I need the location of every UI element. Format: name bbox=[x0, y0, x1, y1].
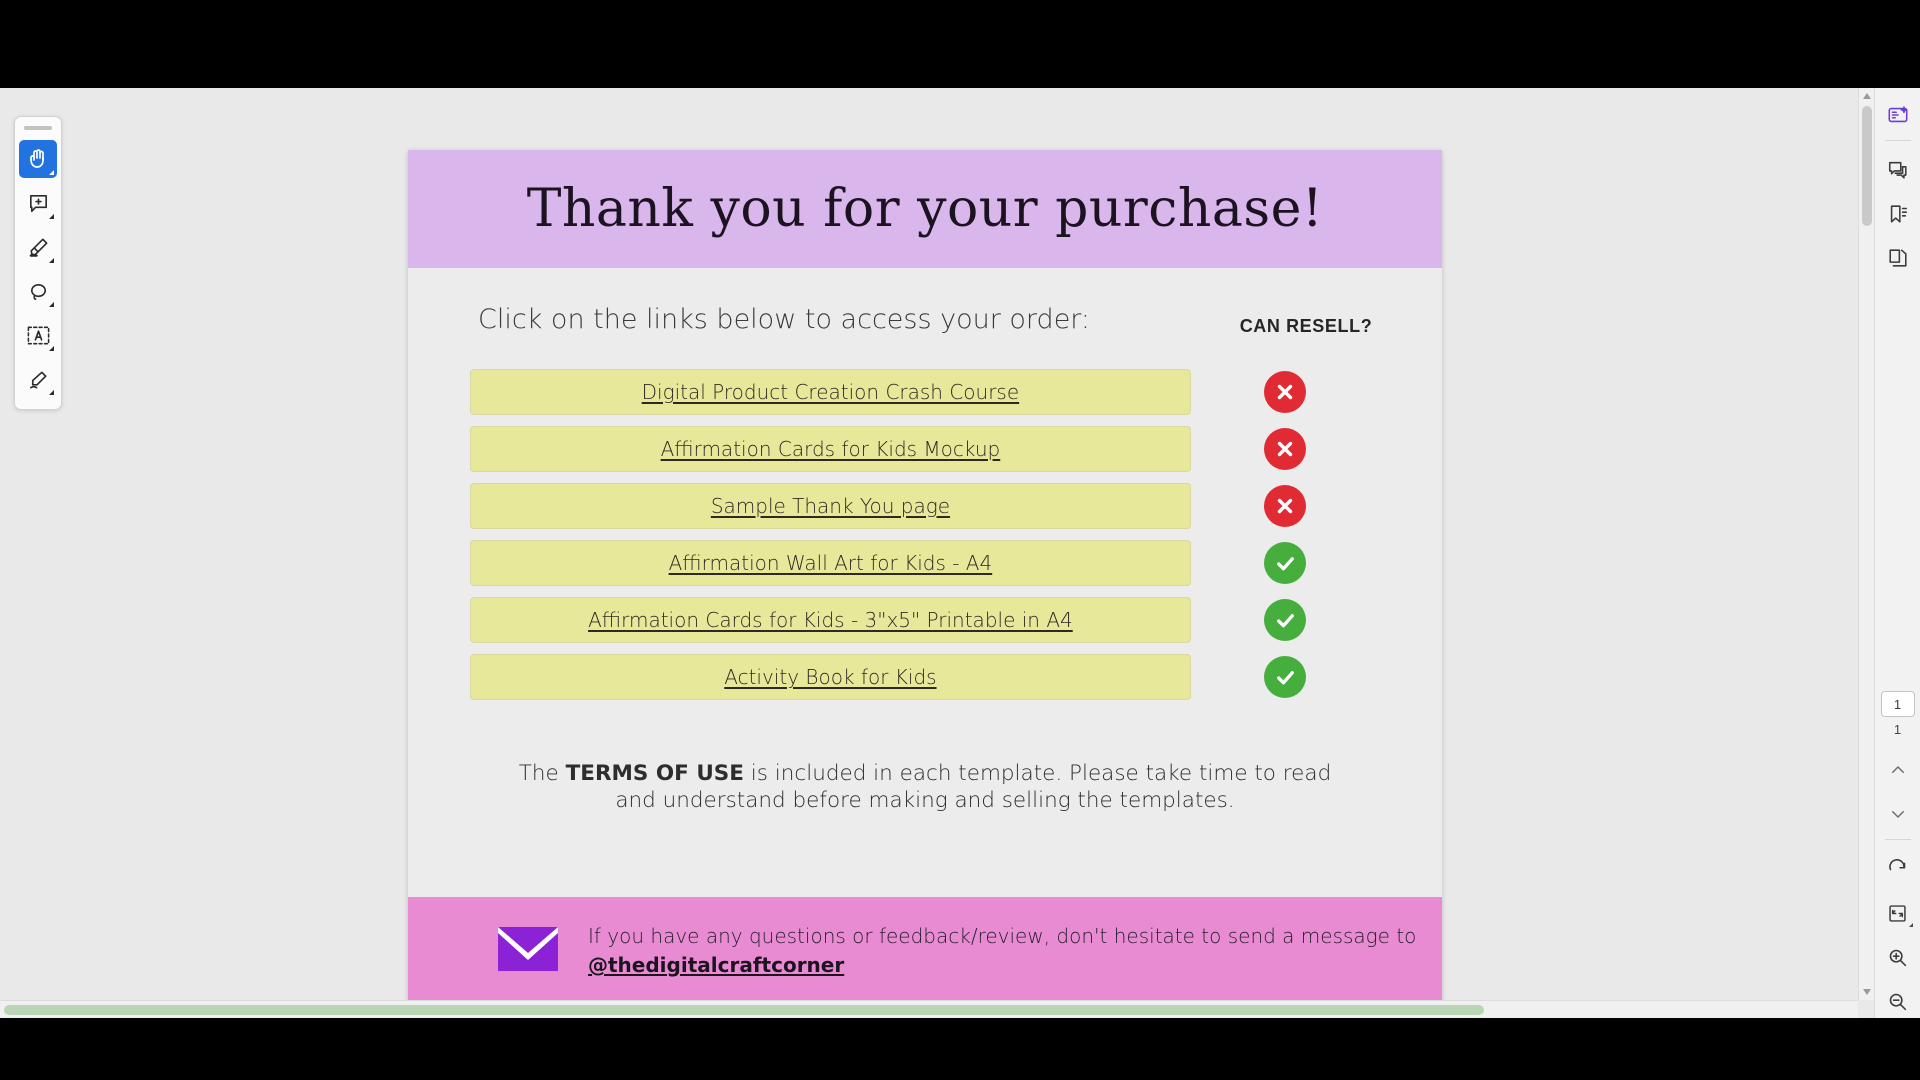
x-circle-icon bbox=[1264, 371, 1307, 413]
order-link-button[interactable]: Activity Book for Kids bbox=[470, 654, 1191, 700]
document-page: Thank you for your purchase! Click on th… bbox=[408, 150, 1442, 1000]
document-footer-band: If you have any questions or feedback/re… bbox=[408, 897, 1442, 1000]
order-link-row: Digital Product Creation Crash Course bbox=[470, 369, 1380, 415]
pdf-viewer-app: Thank you for your purchase! Click on th… bbox=[0, 88, 1920, 1018]
resell-status-cell bbox=[1191, 428, 1380, 470]
order-link-label: Affirmation Wall Art for Kids - A4 bbox=[668, 551, 993, 575]
envelope-icon bbox=[498, 926, 558, 976]
order-link-button[interactable]: Affirmation Cards for Kids - 3"x5" Print… bbox=[470, 597, 1191, 643]
scroll-down-arrow[interactable] bbox=[1859, 984, 1875, 1000]
resell-status-cell bbox=[1191, 599, 1380, 641]
terms-bold: TERMS OF USE bbox=[565, 761, 744, 786]
check-circle-icon bbox=[1264, 656, 1307, 698]
next-page-button[interactable] bbox=[1881, 797, 1915, 831]
terms-of-use-note: The TERMS OF USE is included in each tem… bbox=[505, 760, 1345, 814]
order-link-label: Sample Thank You page bbox=[710, 494, 951, 518]
sign-tool[interactable] bbox=[19, 360, 57, 398]
order-link-row: Activity Book for Kids bbox=[470, 654, 1380, 700]
resell-status-cell bbox=[1191, 371, 1380, 413]
resell-status-cell bbox=[1191, 542, 1380, 584]
comment-tool-expand-indicator bbox=[49, 214, 54, 219]
vertical-scroll-thumb[interactable] bbox=[1862, 106, 1872, 226]
order-link-button[interactable]: Sample Thank You page bbox=[470, 483, 1191, 529]
order-link-button[interactable]: Affirmation Wall Art for Kids - A4 bbox=[470, 540, 1191, 586]
x-circle-icon bbox=[1264, 485, 1307, 527]
order-link-label: Activity Book for Kids bbox=[724, 665, 937, 689]
x-circle-icon bbox=[1264, 428, 1307, 470]
zoom-in-button[interactable] bbox=[1881, 940, 1915, 974]
previous-page-button[interactable] bbox=[1881, 753, 1915, 787]
ai-assistant-button[interactable] bbox=[1881, 98, 1915, 132]
resell-status-cell bbox=[1191, 656, 1380, 698]
order-link-button[interactable]: Digital Product Creation Crash Course bbox=[470, 369, 1191, 415]
lasso-tool[interactable] bbox=[19, 272, 57, 310]
can-resell-column-header: CAN RESELL? bbox=[1239, 316, 1373, 336]
order-links-list: Digital Product Creation Crash Course Aff… bbox=[470, 369, 1380, 700]
terms-prefix: The bbox=[518, 761, 566, 786]
scroll-up-arrow[interactable] bbox=[1859, 88, 1875, 104]
fit-page-expand-indicator bbox=[1908, 923, 1913, 927]
comment-tool[interactable] bbox=[19, 184, 57, 222]
check-circle-icon bbox=[1264, 599, 1307, 641]
toolbar-drag-handle[interactable] bbox=[24, 126, 52, 130]
sign-tool-expand-indicator bbox=[49, 390, 54, 395]
order-link-label: Digital Product Creation Crash Course bbox=[641, 380, 1020, 404]
vertical-scrollbar[interactable] bbox=[1858, 88, 1874, 1000]
lasso-tool-expand-indicator bbox=[49, 302, 54, 307]
page-thumbnails-button[interactable] bbox=[1881, 241, 1915, 275]
right-sidebar: 1 1 bbox=[1874, 88, 1920, 1018]
order-link-button[interactable]: Affirmation Cards for Kids Mockup bbox=[470, 426, 1191, 472]
fit-page-button[interactable] bbox=[1881, 896, 1915, 930]
rail-divider-top bbox=[1884, 140, 1911, 141]
document-viewport[interactable]: Thank you for your purchase! Click on th… bbox=[0, 88, 1858, 1000]
bookmarks-panel-button[interactable] bbox=[1881, 197, 1915, 231]
order-link-row: Affirmation Cards for Kids Mockup bbox=[470, 426, 1380, 472]
footer-message: If you have any questions or feedback/re… bbox=[588, 924, 1417, 948]
page-number-input[interactable]: 1 bbox=[1880, 691, 1915, 717]
resell-status-cell bbox=[1191, 485, 1380, 527]
total-pages-label: 1 bbox=[1893, 722, 1902, 737]
horizontal-scroll-thumb[interactable] bbox=[4, 1005, 1484, 1015]
footer-message-block: If you have any questions or feedback/re… bbox=[588, 922, 1416, 980]
document-body: Click on the links below to access your … bbox=[408, 268, 1442, 814]
hand-tool-expand-indicator bbox=[49, 170, 54, 175]
order-link-label: Affirmation Cards for Kids Mockup bbox=[660, 437, 1001, 461]
order-link-row: Sample Thank You page bbox=[470, 483, 1380, 529]
zoom-out-button[interactable] bbox=[1881, 984, 1915, 1018]
order-link-label: Affirmation Cards for Kids - 3"x5" Print… bbox=[588, 608, 1073, 632]
hand-tool[interactable] bbox=[19, 140, 57, 178]
text-select-tool-expand-indicator bbox=[49, 346, 54, 351]
text-select-tool[interactable] bbox=[19, 316, 57, 354]
check-circle-icon bbox=[1264, 542, 1307, 584]
order-link-row: Affirmation Wall Art for Kids - A4 bbox=[470, 540, 1380, 586]
document-header-band: Thank you for your purchase! bbox=[408, 150, 1442, 268]
highlight-tool[interactable] bbox=[19, 228, 57, 266]
comments-panel-button[interactable] bbox=[1881, 153, 1915, 187]
annotation-toolbar bbox=[14, 116, 62, 410]
page-title: Thank you for your purchase! bbox=[526, 179, 1324, 239]
rail-divider-bottom bbox=[1884, 839, 1911, 840]
horizontal-scrollbar[interactable] bbox=[0, 1000, 1858, 1018]
highlight-tool-expand-indicator bbox=[49, 258, 54, 263]
order-link-row: Affirmation Cards for Kids - 3"x5" Print… bbox=[470, 597, 1380, 643]
rotate-button[interactable] bbox=[1881, 852, 1915, 886]
social-handle-link[interactable]: @thedigitalcraftcorner bbox=[588, 953, 844, 977]
